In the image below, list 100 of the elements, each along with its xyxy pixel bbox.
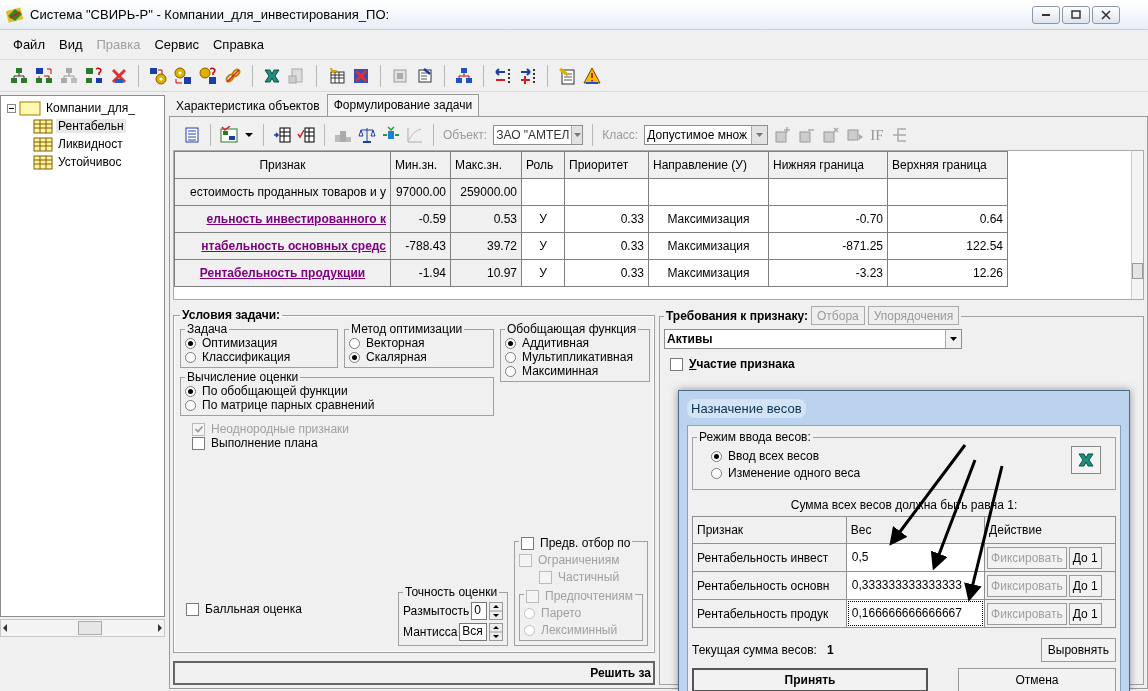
tree-item[interactable]: Рентабельн (56, 119, 126, 133)
export-button[interactable] (1071, 446, 1101, 474)
right-arrow-icon[interactable] (156, 623, 164, 633)
spreadsheet-icon[interactable] (263, 66, 281, 85)
caret-icon (572, 131, 582, 139)
spin-arrows-icon[interactable] (489, 623, 503, 641)
cancel-button[interactable]: Отмена (958, 668, 1116, 691)
radio-button[interactable] (185, 385, 196, 397)
column-header[interactable]: Мин.зн. (390, 151, 451, 179)
radio-button[interactable] (349, 351, 360, 363)
hierarchy-icon[interactable] (35, 66, 53, 85)
column-header[interactable]: Верхняя граница (887, 151, 1008, 179)
radio-button[interactable] (505, 351, 516, 363)
close-button[interactable] (1092, 5, 1120, 24)
left-arrow-icon[interactable] (1, 623, 9, 633)
equalize-button[interactable]: Выровнять (1040, 638, 1116, 662)
accept-button[interactable]: Принять (692, 668, 928, 691)
app-icon (6, 5, 24, 24)
spin-field[interactable]: 0 (471, 602, 487, 620)
minimize-button[interactable] (1032, 5, 1060, 24)
section-title: Условия задачи: (181, 308, 282, 322)
menu-item[interactable]: Вид (51, 35, 90, 54)
column-header[interactable]: Приоритет (564, 151, 649, 179)
attribute-combo[interactable]: Активы (664, 329, 962, 349)
tree-item[interactable]: Устойчивос (56, 155, 124, 169)
column-header[interactable]: Нижняя граница (768, 151, 888, 179)
radio-button[interactable] (505, 337, 516, 349)
table-cell: У (521, 205, 565, 233)
checkbox[interactable] (521, 536, 534, 550)
weight-field[interactable]: 0,5 (847, 545, 984, 570)
table-cell: 122.54 (887, 232, 1008, 260)
column-icon[interactable] (273, 126, 291, 144)
list-icon[interactable] (183, 126, 201, 144)
menu-item[interactable]: Сервис (147, 35, 206, 54)
arrow-icon[interactable] (519, 66, 537, 85)
column-header[interactable]: Макс.зн. (450, 151, 522, 179)
table-icon[interactable] (352, 66, 370, 85)
object-combo[interactable]: ЗАО "АМТЕЛ (493, 125, 584, 145)
hierarchy-icon[interactable] (220, 126, 238, 144)
column-header[interactable]: Роль (521, 151, 565, 179)
hierarchy-icon[interactable] (455, 66, 473, 85)
weight-field[interactable]: 0,333333333333333 (847, 573, 984, 598)
set-one-button[interactable]: До 1 (1068, 574, 1102, 597)
radio-button[interactable] (349, 337, 360, 349)
option-label: Участие признака (689, 357, 795, 371)
radio-button[interactable] (185, 399, 196, 411)
cross-icon[interactable] (110, 66, 128, 85)
hierarchy-icon[interactable] (10, 66, 28, 85)
column-header[interactable]: Вес (846, 516, 985, 544)
radio-button[interactable] (711, 450, 722, 462)
radio-button[interactable] (711, 467, 722, 479)
notepad-icon[interactable] (558, 66, 576, 85)
column-header[interactable]: Действие (984, 516, 1116, 544)
table-cell: У (521, 232, 565, 260)
scales-icon[interactable] (358, 126, 376, 144)
tab[interactable]: Характеристика объектов (169, 95, 327, 116)
menu-item[interactable]: Файл (6, 35, 52, 54)
column-header[interactable]: Признак (692, 516, 847, 544)
set-one-button[interactable]: До 1 (1068, 602, 1102, 625)
option-label: Векторная (366, 336, 425, 350)
spin-arrows-icon[interactable] (489, 602, 503, 620)
caret-icon[interactable] (244, 130, 254, 140)
set-one-button[interactable]: До 1 (1068, 546, 1102, 569)
option-label: По обобщающей функции (202, 384, 348, 398)
chain-icon[interactable] (224, 66, 242, 85)
horizontal-scrollbar[interactable] (0, 619, 165, 637)
weight-field[interactable]: 0,166666666666667 (847, 601, 984, 626)
collapse-toggle[interactable] (7, 103, 16, 113)
column-header[interactable]: Направление (У) (648, 151, 769, 179)
checkbox[interactable] (186, 602, 199, 616)
table-cell: Рентабельность инвест (692, 543, 847, 572)
document-icon[interactable] (416, 66, 434, 85)
radio-button[interactable] (505, 365, 516, 377)
menu-item[interactable]: Справка (205, 35, 271, 54)
spreadsheet-icon (1077, 451, 1095, 469)
spin-field[interactable]: Вся (459, 623, 487, 641)
arrow-icon[interactable] (494, 66, 512, 85)
gear-icon[interactable] (199, 66, 217, 85)
maximize-button[interactable] (1062, 5, 1090, 24)
solve-button[interactable]: Решить за (173, 661, 655, 685)
tab[interactable]: Формулирование задачи (326, 94, 480, 116)
tree-item[interactable]: Компании_для_ (44, 101, 137, 115)
warning-icon[interactable] (583, 66, 601, 85)
scroll-thumb[interactable] (77, 621, 102, 635)
column-header[interactable]: Признак (174, 151, 391, 179)
class-combo[interactable]: Допустимое множ (644, 125, 769, 145)
option-label: Неоднородные признаки (211, 422, 350, 436)
checkbox[interactable] (192, 436, 205, 450)
checkbox[interactable] (670, 357, 683, 371)
scroll-thumb[interactable] (1132, 263, 1143, 279)
vertical-scrollbar[interactable] (1131, 151, 1143, 299)
table-cell: Рентабельность основн (692, 571, 847, 600)
gear-icon[interactable] (174, 66, 192, 85)
column-icon[interactable] (297, 126, 315, 144)
gear-icon[interactable] (149, 66, 167, 85)
radio-button[interactable] (185, 337, 196, 349)
tree-item[interactable]: Ликвидност (56, 137, 125, 151)
radio-button[interactable] (185, 351, 196, 363)
hierarchy-icon[interactable] (85, 66, 103, 85)
table-icon[interactable] (327, 66, 345, 85)
